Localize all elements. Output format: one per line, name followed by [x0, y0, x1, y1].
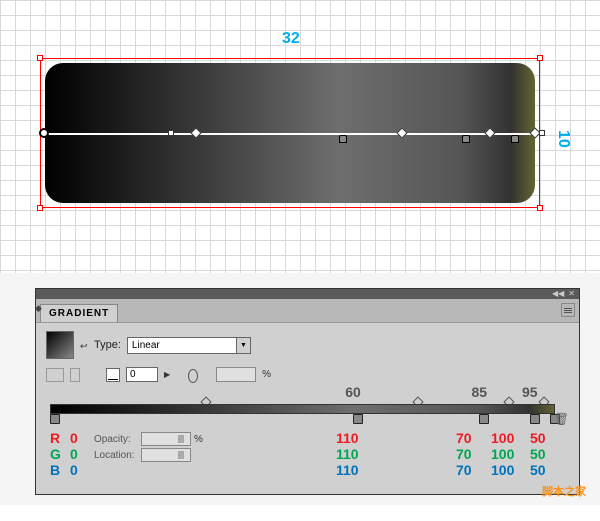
- val-g: 70: [456, 446, 472, 462]
- location-slider[interactable]: [141, 448, 191, 462]
- gradient-swatch[interactable]: [46, 331, 74, 359]
- rgb-channel-labels: R G B: [50, 430, 66, 482]
- ratio-input[interactable]: [216, 367, 256, 382]
- stop-location-label: 95: [522, 384, 538, 400]
- angle-stepper-icon[interactable]: ▶: [164, 370, 170, 379]
- rgb-readout: R G B 0 0 0 Opacity: % Location: [46, 430, 569, 482]
- close-icon[interactable]: ✕: [568, 290, 575, 298]
- rgb-values-stop2: 70 70 70: [456, 430, 472, 478]
- stroke-gradient-icon[interactable]: [46, 368, 64, 382]
- rgb-values-stop3: 100 100 100: [491, 430, 514, 478]
- panel-body: ↩ Type: ▼ ▶ % 60 85: [36, 323, 579, 494]
- val-g: 100: [491, 446, 514, 462]
- collapse-icon[interactable]: ◀◀: [552, 290, 564, 298]
- val-r: 0: [70, 430, 78, 446]
- swatch-revert-icon[interactable]: ↩: [80, 341, 88, 349]
- gradient-panel: ◀◀ ✕ ◆ GRADIENT ↩ Type: ▼: [35, 288, 580, 495]
- rgb-values-stop0: 0 0 0: [70, 430, 78, 478]
- panel-container: ◀◀ ✕ ◆ GRADIENT ↩ Type: ▼: [0, 273, 600, 505]
- canvas-grid: 32 10: [0, 0, 600, 273]
- val-b: 50: [530, 462, 546, 478]
- val-r: 50: [530, 430, 546, 446]
- gradient-midpoint[interactable]: [168, 130, 174, 136]
- opacity-location-group: Opacity: % Location:: [94, 432, 203, 482]
- gradient-slider[interactable]: 60 85 95 🗑: [50, 386, 555, 426]
- resize-handle-br[interactable]: [537, 205, 543, 211]
- reverse-gradient-icon[interactable]: [70, 368, 80, 382]
- color-stop[interactable]: [353, 414, 363, 424]
- panel-titlebar[interactable]: ◀◀ ✕: [36, 289, 579, 299]
- val-b: 0: [70, 462, 78, 478]
- chevron-down-icon[interactable]: ▼: [237, 337, 251, 354]
- angle-icon[interactable]: [106, 368, 120, 382]
- color-stop[interactable]: [50, 414, 60, 424]
- label-b: B: [50, 462, 66, 478]
- color-stop[interactable]: [530, 414, 540, 424]
- val-b: 100: [491, 462, 514, 478]
- tab-gradient[interactable]: GRADIENT: [40, 304, 118, 322]
- stop-location-label: 85: [471, 384, 487, 400]
- type-dropdown[interactable]: ▼: [127, 337, 251, 354]
- gradient-stop[interactable]: [339, 135, 347, 143]
- gradient-start-handle[interactable]: [39, 128, 49, 138]
- resize-handle-bl[interactable]: [37, 205, 43, 211]
- opacity-unit: %: [194, 434, 203, 445]
- opacity-slider[interactable]: [141, 432, 191, 446]
- options-row: ▶ %: [46, 367, 569, 382]
- width-measure: 32: [282, 30, 300, 48]
- val-b: 70: [456, 462, 472, 478]
- trash-icon[interactable]: 🗑: [554, 412, 569, 426]
- stop-location-label: 60: [345, 384, 361, 400]
- val-g: 0: [70, 446, 78, 462]
- val-r: 100: [491, 430, 514, 446]
- type-row: ↩ Type: ▼: [46, 331, 569, 359]
- resize-handle-tr[interactable]: [537, 55, 543, 61]
- aspect-ratio-icon: [188, 369, 210, 381]
- label-r: R: [50, 430, 66, 446]
- gradient-stop[interactable]: [511, 135, 519, 143]
- panel-tabs: ◆ GRADIENT: [36, 299, 579, 323]
- gradient-bar[interactable]: [50, 404, 555, 414]
- opacity-label: Opacity:: [94, 434, 138, 445]
- color-stop[interactable]: [479, 414, 489, 424]
- gradient-end-square[interactable]: [539, 130, 545, 136]
- gradient-annotator[interactable]: [45, 133, 535, 135]
- resize-handle-tl[interactable]: [37, 55, 43, 61]
- angle-input[interactable]: [126, 367, 158, 382]
- val-g: 50: [530, 446, 546, 462]
- rgb-values-stop1: 110 110 110: [336, 430, 359, 478]
- label-g: G: [50, 446, 66, 462]
- val-r: 70: [456, 430, 472, 446]
- panel-menu-icon[interactable]: [561, 303, 575, 317]
- rgb-values-stop4: 50 50 50: [530, 430, 546, 478]
- expand-toggle-icon[interactable]: ◆: [35, 303, 42, 314]
- ratio-unit: %: [262, 369, 271, 380]
- val-b: 110: [336, 462, 359, 478]
- location-label: Location:: [94, 450, 138, 461]
- val-g: 110: [336, 446, 359, 462]
- type-label: Type:: [94, 339, 121, 351]
- type-input[interactable]: [127, 337, 237, 354]
- height-measure: 10: [554, 130, 572, 148]
- gradient-stop[interactable]: [462, 135, 470, 143]
- val-r: 110: [336, 430, 359, 446]
